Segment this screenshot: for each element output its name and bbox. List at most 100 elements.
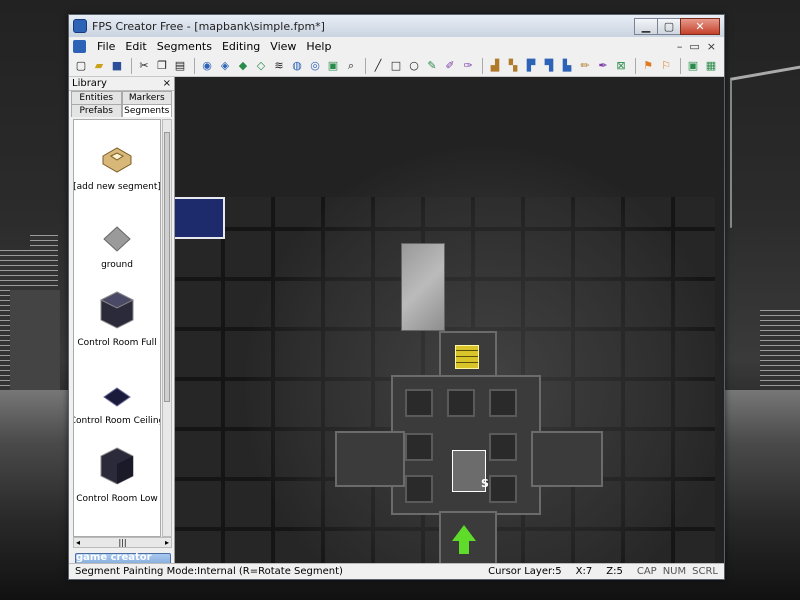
floor-tile bbox=[489, 433, 517, 461]
picker-tool-icon[interactable]: ✐ bbox=[442, 58, 458, 74]
picture-icon[interactable]: ▣ bbox=[325, 58, 341, 74]
document-icon[interactable] bbox=[73, 39, 86, 53]
fill-tool-icon[interactable]: ✎ bbox=[424, 58, 440, 74]
flag-icon-2[interactable]: ⚐ bbox=[658, 58, 674, 74]
list-item-label: Control Room Low bbox=[76, 494, 158, 504]
scroll-right-icon[interactable]: ▸ bbox=[165, 538, 169, 547]
library-scroll-thumb[interactable] bbox=[164, 132, 170, 402]
library-hscrollbar[interactable]: ◂ ||| ▸ bbox=[73, 537, 172, 548]
minimize-button[interactable]: ▁ bbox=[634, 17, 658, 35]
bridge-silhouette bbox=[730, 62, 800, 228]
list-item[interactable]: Control Room Full bbox=[74, 276, 160, 354]
list-item-label: [add new segment] bbox=[73, 182, 161, 192]
library-close-icon[interactable]: × bbox=[163, 78, 171, 89]
list-item[interactable]: Control Room Ceiling bbox=[74, 354, 160, 432]
selected-segment-block[interactable] bbox=[175, 197, 225, 239]
tab-markers[interactable]: Markers bbox=[121, 91, 172, 104]
rectangle-tool-icon[interactable]: □ bbox=[388, 58, 404, 74]
status-num: NUM bbox=[662, 566, 687, 577]
room-right-wing bbox=[531, 431, 603, 487]
floor-tile bbox=[447, 389, 475, 417]
status-cursor-layer: Cursor Layer:5 bbox=[488, 566, 562, 577]
room-full-icon bbox=[99, 291, 135, 329]
status-mode: Segment Painting Mode:Internal (R=Rotate… bbox=[75, 566, 343, 577]
list-item[interactable]: ground bbox=[74, 198, 160, 276]
doc-minimize-button[interactable]: – bbox=[677, 40, 683, 53]
segment-tool-icon-3[interactable]: ▛ bbox=[523, 58, 539, 74]
toolbar-separator bbox=[131, 57, 132, 74]
window-title: FPS Creator Free - [mapbank\simple.fpm*] bbox=[92, 19, 325, 33]
line-tool-icon[interactable]: ╱ bbox=[370, 58, 386, 74]
library-scrollbar[interactable] bbox=[162, 119, 172, 537]
toolbar-separator bbox=[635, 57, 636, 74]
doc-close-button[interactable]: × bbox=[707, 40, 716, 53]
status-cap: CAP bbox=[636, 566, 657, 577]
player-start-arrow-icon[interactable] bbox=[452, 525, 476, 541]
segment-tool-icon-8[interactable]: ⊠ bbox=[613, 58, 629, 74]
toolbar: ▢ ▰ ■ ✂ ❐ ▤ ◉ ◈ ◆ ◇ ≋ ◍ ◎ ▣ ⌕ ╱ □ ○ ✎ ✐ … bbox=[69, 55, 724, 77]
main-area: Library × Entities Markers Prefabs Segme… bbox=[69, 77, 724, 574]
view-icon-6[interactable]: ◎ bbox=[307, 58, 323, 74]
test-game-icon[interactable]: ▣ bbox=[685, 58, 701, 74]
floor-tile bbox=[489, 475, 517, 503]
document-controls: – ▭ × bbox=[677, 40, 724, 53]
doc-restore-button[interactable]: ▭ bbox=[689, 40, 699, 53]
list-item[interactable]: Control Room Low bbox=[74, 432, 160, 510]
level-layout: S bbox=[335, 243, 615, 563]
building-right bbox=[760, 310, 800, 390]
library-tabs-row-1: Entities Markers bbox=[69, 91, 174, 104]
segment-tool-icon-5[interactable]: ▙ bbox=[559, 58, 575, 74]
build-game-icon[interactable]: ▦ bbox=[703, 58, 719, 74]
close-button[interactable]: ✕ bbox=[680, 17, 720, 35]
segment-tool-icon-6[interactable]: ✏ bbox=[577, 58, 593, 74]
circle-tool-icon[interactable]: ○ bbox=[406, 58, 422, 74]
list-item[interactable]: [add new segment] bbox=[74, 120, 160, 198]
floor-tile bbox=[405, 475, 433, 503]
title-bar[interactable]: FPS Creator Free - [mapbank\simple.fpm*]… bbox=[69, 15, 724, 37]
zoom-icon[interactable]: ⌕ bbox=[343, 58, 359, 74]
status-scrl: SCRL bbox=[692, 566, 718, 577]
menu-editing[interactable]: Editing bbox=[217, 40, 265, 53]
view-icon-3[interactable]: ◆ bbox=[235, 58, 251, 74]
map-editor-view[interactable]: S bbox=[175, 77, 724, 563]
segment-tool-icon-7[interactable]: ✒ bbox=[595, 58, 611, 74]
copy-icon[interactable]: ❐ bbox=[154, 58, 170, 74]
toolbar-separator bbox=[482, 57, 483, 74]
segment-tool-icon-4[interactable]: ▜ bbox=[541, 58, 557, 74]
paint-tool-icon[interactable]: ✑ bbox=[460, 58, 476, 74]
tab-segments[interactable]: Segments bbox=[121, 104, 172, 117]
view-icon-5[interactable]: ◍ bbox=[289, 58, 305, 74]
save-icon[interactable]: ■ bbox=[109, 58, 125, 74]
tab-entities[interactable]: Entities bbox=[71, 91, 122, 104]
tab-prefabs[interactable]: Prefabs bbox=[71, 104, 122, 117]
segment-tool-icon-1[interactable]: ▟ bbox=[487, 58, 503, 74]
library-header: Library × bbox=[69, 77, 174, 91]
segment-tool-icon-2[interactable]: ▚ bbox=[505, 58, 521, 74]
view-icon-1[interactable]: ◉ bbox=[199, 58, 215, 74]
paste-icon[interactable]: ▤ bbox=[172, 58, 188, 74]
view-icon-2[interactable]: ◈ bbox=[217, 58, 233, 74]
floor-tile bbox=[405, 389, 433, 417]
menu-file[interactable]: File bbox=[92, 40, 120, 53]
flag-icon-1[interactable]: ⚑ bbox=[640, 58, 656, 74]
floor-tile bbox=[489, 389, 517, 417]
ceiling-light-tile[interactable] bbox=[455, 345, 479, 369]
open-file-icon[interactable]: ▰ bbox=[91, 58, 107, 74]
scroll-grip-icon[interactable]: ||| bbox=[118, 538, 126, 547]
menu-segments[interactable]: Segments bbox=[152, 40, 217, 53]
concrete-segment[interactable] bbox=[401, 243, 445, 331]
menu-edit[interactable]: Edit bbox=[120, 40, 151, 53]
menu-help[interactable]: Help bbox=[301, 40, 336, 53]
scroll-left-icon[interactable]: ◂ bbox=[76, 538, 80, 547]
cut-icon[interactable]: ✂ bbox=[136, 58, 152, 74]
menu-view[interactable]: View bbox=[265, 40, 301, 53]
layers-icon[interactable]: ≋ bbox=[271, 58, 287, 74]
list-item-label: Control Room Ceiling bbox=[73, 416, 161, 426]
new-file-icon[interactable]: ▢ bbox=[73, 58, 89, 74]
view-icon-4[interactable]: ◇ bbox=[253, 58, 269, 74]
status-z: Z:5 bbox=[606, 566, 623, 577]
segment-list: [add new segment] ground Control Room Fu… bbox=[73, 119, 161, 537]
add-segment-icon bbox=[102, 147, 132, 173]
maximize-button[interactable]: ▢ bbox=[657, 17, 681, 35]
status-coordinates: Cursor Layer:5 X:7 Z:5 bbox=[488, 566, 623, 577]
